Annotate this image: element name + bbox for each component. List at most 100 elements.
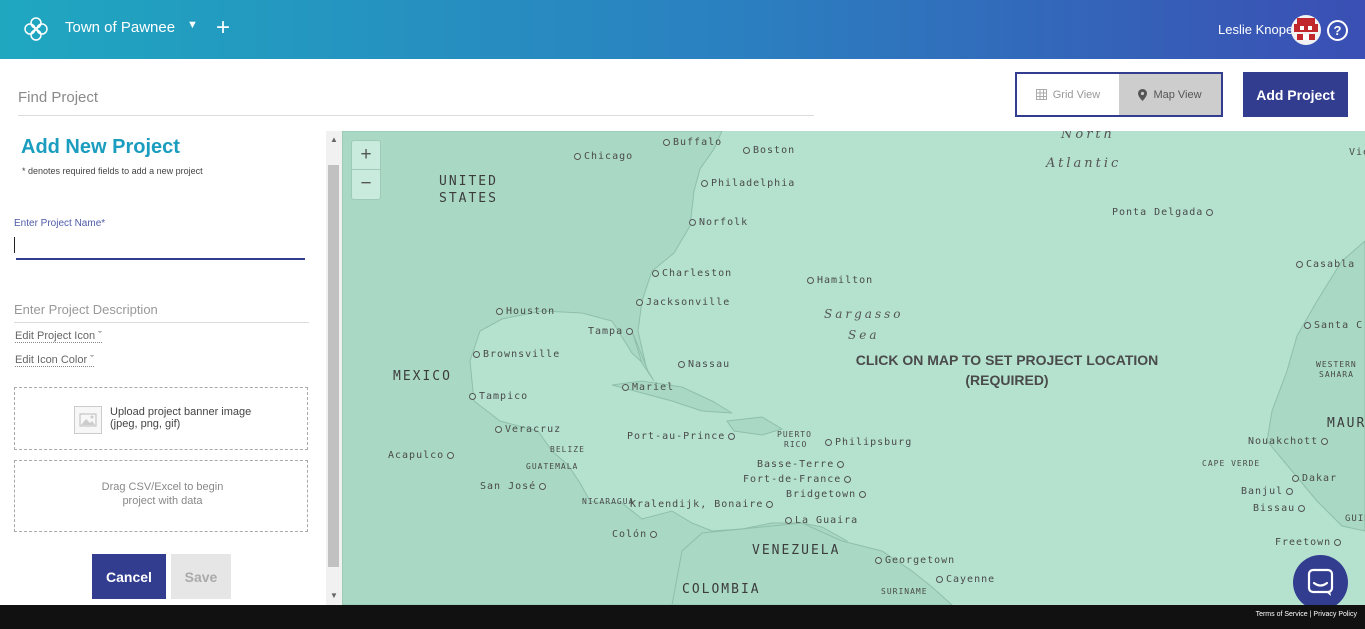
banner-upload-zone[interactable]: Upload project banner image (jpeg, png, … [14,387,308,450]
privacy-link[interactable]: Privacy Policy [1313,611,1357,618]
upload-text-line1: Upload project banner image [110,406,252,418]
scroll-down-arrow-icon[interactable]: ▼ [326,589,342,603]
city-label: Houston [496,306,555,317]
view-toggle: Grid View Map View [1015,72,1223,117]
city-label: Basse-Terre [757,459,847,470]
region-label: BELIZE [550,445,585,454]
avatar[interactable] [1291,15,1321,45]
region-label: GUATEMALA [526,462,579,471]
region-label: VENEZUELA [752,543,841,558]
city-label: Nassau [678,359,730,370]
city-label: Boston [743,145,795,156]
ocean-label: Sea [848,328,880,342]
save-button[interactable]: Save [171,554,231,599]
upload-text: Upload project banner image (jpeg, png, … [110,406,251,430]
city-label: Ponta Delgada [1112,207,1216,218]
map-view-button[interactable]: Map View [1119,74,1221,115]
region-label: STATES [439,191,498,206]
city-label: Bissau [1253,503,1308,514]
zoom-in-button[interactable]: + [352,141,380,170]
city-label: Port-au-Prince [627,431,738,442]
region-label: UNITED [439,174,498,189]
city-label: Chicago [574,151,633,162]
city-label: Santa C [1304,320,1363,331]
map-view-label: Map View [1153,88,1202,101]
map-instruction: CLICK ON MAP TO SET PROJECT LOCATION (RE… [822,350,1192,390]
add-project-button[interactable]: Add Project [1243,72,1348,117]
app-logo-icon[interactable] [22,15,50,43]
city-label: Kralendijk, Bonaire [630,499,776,510]
city-label: Brownsville [473,349,560,360]
city-label: La Guaira [785,515,858,526]
region-label: NICARAGUA [582,497,635,506]
zoom-out-button[interactable]: − [352,170,380,198]
city-label: Philipsburg [825,437,912,448]
csv-drop-zone[interactable]: Drag CSV/Excel to begin project with dat… [14,460,308,532]
scroll-up-arrow-icon[interactable]: ▲ [326,133,342,147]
city-label: Norfolk [689,217,748,228]
city-label: Veracruz [495,424,561,435]
region-label: MAURI [1327,416,1365,431]
city-label: Tampa [588,326,636,337]
user-name[interactable]: Leslie Knope [1218,22,1293,37]
region-label: RICO [784,440,808,449]
footer-links: Terms of Service | Privacy Policy [1256,611,1357,618]
cancel-button[interactable]: Cancel [92,554,166,599]
terms-link[interactable]: Terms of Service [1256,611,1308,618]
add-project-panel: Add New Project * denotes required field… [0,131,326,605]
city-label: Fort-de-France [743,474,854,485]
city-label: Georgetown [875,555,955,566]
chat-launcher-button[interactable] [1293,555,1348,610]
find-project-input[interactable] [18,79,814,116]
city-label: Tampico [469,391,528,402]
map-pin-icon [1138,88,1148,101]
text-cursor [14,237,15,253]
ocean-label: Sargasso [824,307,904,321]
add-icon[interactable]: + [216,13,230,43]
ocean-label: North [1061,131,1116,142]
city-label: Nouakchott [1248,436,1331,447]
project-name-input[interactable] [16,232,305,260]
region-label: PUERTO [777,430,812,439]
footer: Terms of Service | Privacy Policy [0,605,1365,629]
city-label: Philadelphia [701,178,795,189]
city-label: Casabla [1296,259,1355,270]
city-label: Banjul [1241,486,1296,497]
city-label: Bridgetown [786,489,869,500]
city-label: Dakar [1292,473,1337,484]
region-label: WESTERN [1316,360,1357,369]
panel-scrollbar[interactable]: ▲ ▼ [326,131,342,605]
map-canvas[interactable]: + − UNITED STATES MEXICO VENEZUELA COLOM… [342,131,1365,605]
required-note: * denotes required fields to add a new p… [22,166,203,176]
edit-icon-color-dropdown[interactable]: Edit Icon Color ˇ [15,354,94,367]
scroll-thumb[interactable] [328,165,339,567]
grid-view-label: Grid View [1052,88,1101,101]
csv-drop-text: Drag CSV/Excel to begin project with dat… [101,481,224,507]
city-label: Charleston [652,268,732,279]
city-label: Buffalo [663,137,722,148]
edit-project-icon-dropdown[interactable]: Edit Project Icon ˇ [15,330,102,343]
top-nav-bar: Town of Pawnee ▼ + Leslie Knope ? [0,0,1365,59]
map-instruction-line1: CLICK ON MAP TO SET PROJECT LOCATION [855,352,1159,368]
panel-title: Add New Project [21,136,180,158]
city-label: Jacksonville [636,297,730,308]
chevron-down-icon[interactable]: ▼ [187,19,198,31]
project-description-input[interactable] [14,297,309,323]
grid-icon [1035,89,1047,100]
ocean-label: Vie [1349,147,1365,158]
image-icon [74,406,102,434]
upload-text-line2: (jpeg, png, gif) [110,418,181,430]
ocean-label: Atlantic [1046,156,1122,171]
zoom-control: + − [351,140,381,200]
region-label: MEXICO [393,369,452,384]
footer-separator: | [1309,611,1312,618]
org-name[interactable]: Town of Pawnee [65,19,175,36]
project-name-label: Enter Project Name* [14,218,106,229]
region-label: SAHARA [1319,370,1354,379]
city-label: Cayenne [936,574,995,585]
help-icon[interactable]: ? [1327,20,1348,41]
city-label: Hamilton [807,275,873,286]
city-label: Colón [612,529,660,540]
city-label: Freetown [1275,537,1344,548]
grid-view-button[interactable]: Grid View [1017,74,1119,115]
